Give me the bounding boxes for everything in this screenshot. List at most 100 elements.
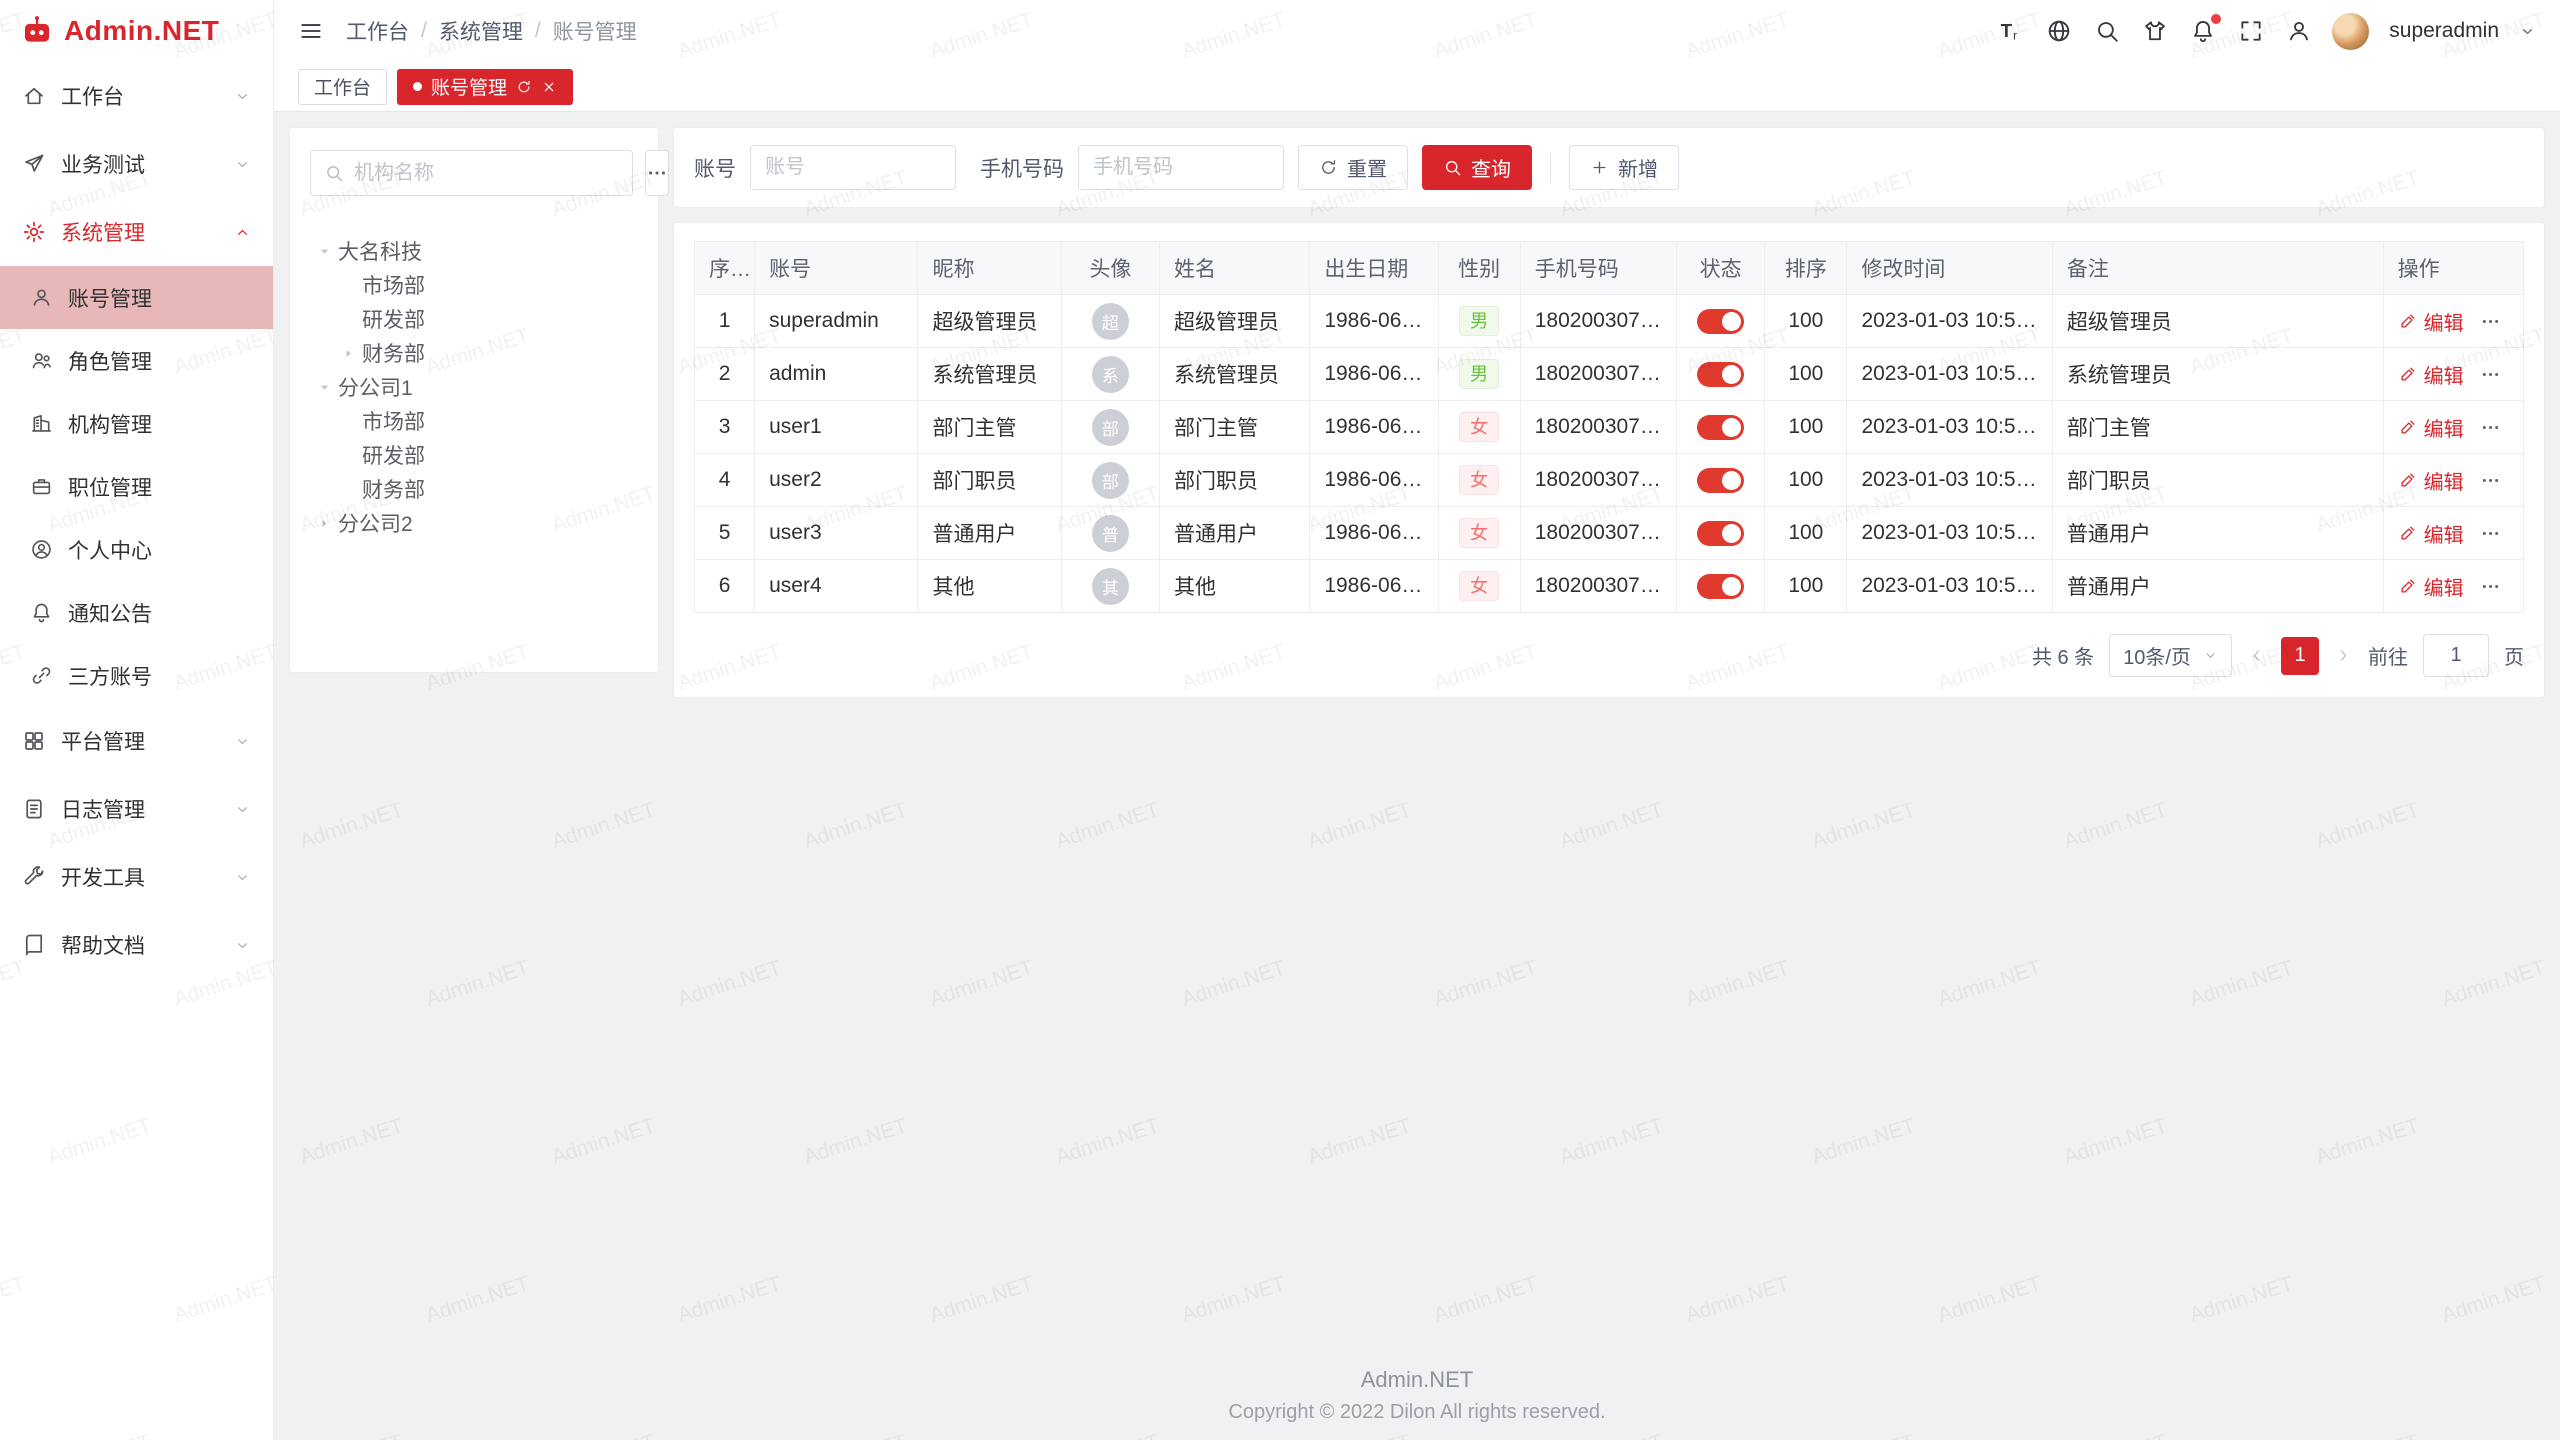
language-icon[interactable]	[2046, 18, 2072, 44]
app-logo[interactable]: Admin.NET	[0, 0, 273, 62]
status-toggle[interactable]	[1697, 309, 1744, 334]
caret-down-icon[interactable]	[310, 245, 338, 258]
more-actions-icon[interactable]	[2480, 417, 2501, 438]
status-toggle[interactable]	[1697, 415, 1744, 440]
sidebar-item-label: 工作台	[61, 81, 124, 111]
status-toggle[interactable]	[1697, 521, 1744, 546]
page-size-select[interactable]: 10条/页	[2109, 634, 2232, 677]
sidebar-item-platform-management[interactable]: 平台管理	[0, 707, 273, 775]
sidebar-item-role-management[interactable]: 角色管理	[0, 329, 273, 392]
edit-button[interactable]: 编辑	[2398, 466, 2464, 495]
close-icon[interactable]	[541, 79, 557, 95]
more-actions-icon[interactable]	[2480, 576, 2501, 597]
sidebar-item-log-management[interactable]: 日志管理	[0, 775, 273, 843]
reset-button[interactable]: 重置	[1298, 145, 1408, 190]
page-size-value: 10条/页	[2123, 641, 2191, 670]
sidebar-item-help-docs[interactable]: 帮助文档	[0, 911, 273, 979]
reset-label: 重置	[1347, 153, 1387, 182]
tree-node[interactable]: 市场部	[310, 268, 638, 302]
cell-action: 编辑	[2383, 507, 2523, 560]
theme-icon[interactable]	[2142, 18, 2168, 44]
tree-node[interactable]: 财务部	[310, 472, 638, 506]
org-search-input[interactable]	[354, 162, 619, 185]
username[interactable]: superadmin	[2389, 19, 2499, 43]
status-toggle[interactable]	[1697, 362, 1744, 387]
chevron-down-icon[interactable]	[2519, 23, 2536, 40]
caret-right-icon[interactable]	[334, 347, 362, 360]
notification-badge	[2211, 14, 2221, 24]
gender-badge: 女	[1459, 412, 1499, 443]
row-avatar: 超	[1092, 303, 1129, 340]
notification-icon[interactable]	[2190, 18, 2216, 44]
cell-name: 超级管理员	[1159, 295, 1309, 348]
sidebar-item-business-test[interactable]: 业务测试	[0, 130, 273, 198]
goto-label: 前往	[2368, 641, 2408, 670]
cell-nickname: 部门职员	[918, 454, 1061, 507]
tree-node[interactable]: 市场部	[310, 404, 638, 438]
sidebar-item-system-management[interactable]: 系统管理	[0, 198, 273, 266]
prev-page-button[interactable]	[2247, 646, 2266, 665]
account-icon[interactable]	[2286, 18, 2312, 44]
edit-label: 编辑	[2424, 519, 2464, 548]
page-number-button[interactable]: 1	[2281, 637, 2319, 675]
account-input[interactable]	[750, 145, 956, 190]
breadcrumb-item[interactable]: 系统管理	[439, 16, 523, 46]
tree-node[interactable]: 研发部	[310, 302, 638, 336]
sidebar-item-third-party-account[interactable]: 三方账号	[0, 644, 273, 707]
filter-bar: 账号 手机号码 重置 查询 新增	[673, 127, 2545, 208]
edit-button[interactable]: 编辑	[2398, 519, 2464, 548]
tree-node[interactable]: 分公司2	[310, 506, 638, 540]
column-header-modified: 修改时间	[1847, 242, 2052, 295]
tree-node[interactable]: 财务部	[310, 336, 638, 370]
more-actions-icon[interactable]	[2480, 311, 2501, 332]
tab-account-management[interactable]: 账号管理	[397, 69, 573, 105]
caret-down-icon[interactable]	[310, 381, 338, 394]
edit-button[interactable]: 编辑	[2398, 307, 2464, 336]
sidebar-item-notice-announcement[interactable]: 通知公告	[0, 581, 273, 644]
tree-node-label: 研发部	[362, 304, 425, 334]
search-icon[interactable]	[2094, 18, 2120, 44]
tab-label: 工作台	[314, 73, 371, 100]
tree-more-button[interactable]	[645, 150, 669, 196]
cell-avatar: 普	[1061, 507, 1159, 560]
more-actions-icon[interactable]	[2480, 470, 2501, 491]
sidebar-item-account-management[interactable]: 账号管理	[0, 266, 273, 329]
cell-avatar: 部	[1061, 401, 1159, 454]
search-button[interactable]: 查询	[1422, 145, 1532, 190]
status-toggle[interactable]	[1697, 468, 1744, 493]
status-toggle[interactable]	[1697, 574, 1744, 599]
edit-button[interactable]: 编辑	[2398, 572, 2464, 601]
sidebar-item-dev-tools[interactable]: 开发工具	[0, 843, 273, 911]
sidebar-item-personal-center[interactable]: 个人中心	[0, 518, 273, 581]
next-page-button[interactable]	[2334, 646, 2353, 665]
tree-node[interactable]: 大名科技	[310, 234, 638, 268]
sidebar-item-position-management[interactable]: 职位管理	[0, 455, 273, 518]
org-search-box	[310, 150, 633, 196]
cell-modified: 2023-01-03 10:59:44	[1847, 348, 2052, 401]
edit-icon	[2398, 577, 2417, 596]
collapse-menu-icon[interactable]	[298, 18, 324, 44]
refresh-icon[interactable]	[516, 79, 532, 95]
tab-workbench[interactable]: 工作台	[298, 69, 387, 105]
sidebar-item-org-management[interactable]: 机构管理	[0, 392, 273, 455]
tree-node[interactable]: 分公司1	[310, 370, 638, 404]
edit-button[interactable]: 编辑	[2398, 413, 2464, 442]
fullscreen-icon[interactable]	[2238, 18, 2264, 44]
user-avatar[interactable]	[2332, 13, 2369, 50]
font-size-icon[interactable]: Tr	[1998, 18, 2024, 44]
edit-label: 编辑	[2424, 466, 2464, 495]
phone-input[interactable]	[1078, 145, 1284, 190]
cell-status	[1677, 507, 1765, 560]
row-avatar: 部	[1092, 462, 1129, 499]
caret-right-icon[interactable]	[310, 517, 338, 530]
breadcrumb-item[interactable]: 工作台	[346, 16, 409, 46]
add-button[interactable]: 新增	[1569, 145, 1679, 190]
sidebar-item-workbench[interactable]: 工作台	[0, 62, 273, 130]
more-actions-icon[interactable]	[2480, 364, 2501, 385]
edit-button[interactable]: 编辑	[2398, 360, 2464, 389]
goto-page-input[interactable]	[2423, 634, 2489, 677]
org-icon	[30, 412, 53, 435]
tree-node[interactable]: 研发部	[310, 438, 638, 472]
cell-avatar: 其	[1061, 560, 1159, 613]
more-actions-icon[interactable]	[2480, 523, 2501, 544]
